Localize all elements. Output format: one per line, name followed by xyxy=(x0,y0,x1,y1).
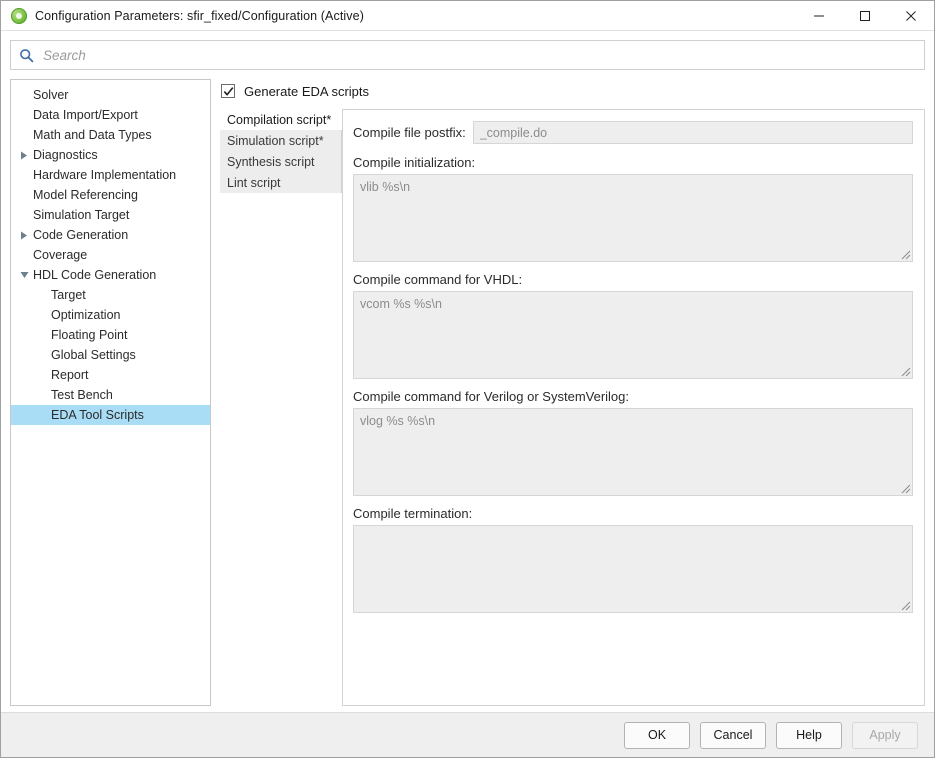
sidebar-item-label: Simulation Target xyxy=(31,208,129,222)
compile-termination-block: Compile termination: xyxy=(353,506,913,613)
window-controls xyxy=(796,1,934,31)
compile-termination-label: Compile termination: xyxy=(353,506,913,521)
compile-command-verilog-label: Compile command for Verilog or SystemVer… xyxy=(353,389,913,404)
search-input[interactable] xyxy=(41,47,916,64)
sidebar-item-math-and-data-types[interactable]: Math and Data Types xyxy=(11,125,210,145)
sidebar-item-label: Model Referencing xyxy=(31,188,138,202)
sidebar-item-label: Data Import/Export xyxy=(31,108,138,122)
sidebar-item-label: Diagnostics xyxy=(31,148,98,162)
compile-command-vhdl-textarea[interactable] xyxy=(353,291,913,379)
search-row xyxy=(1,31,934,70)
sidebar-item-optimization[interactable]: Optimization xyxy=(11,305,210,325)
sidebar-item-label: Target xyxy=(49,288,86,302)
sidebar-item-test-bench[interactable]: Test Bench xyxy=(11,385,210,405)
compile-command-vhdl-label: Compile command for VHDL: xyxy=(353,272,913,287)
sidebar-item-target[interactable]: Target xyxy=(11,285,210,305)
sidebar-item-label: Hardware Implementation xyxy=(31,168,176,182)
compile-command-verilog-textarea[interactable] xyxy=(353,408,913,496)
compile-file-postfix-input[interactable] xyxy=(473,121,913,144)
sidebar-item-global-settings[interactable]: Global Settings xyxy=(11,345,210,365)
sidebar-item-label: Global Settings xyxy=(49,348,136,362)
settings-tree[interactable]: Solver Data Import/Export Math and Data Ty… xyxy=(10,79,211,706)
tab-lint-script[interactable]: Lint script xyxy=(220,172,342,193)
sidebar-item-solver[interactable]: Solver xyxy=(11,85,210,105)
tab-simulation-script[interactable]: Simulation script* xyxy=(220,130,342,151)
sidebar-item-diagnostics[interactable]: Diagnostics xyxy=(11,145,210,165)
generate-eda-scripts-row[interactable]: Generate EDA scripts xyxy=(221,81,925,101)
compile-file-postfix-label: Compile file postfix: xyxy=(353,125,466,140)
compile-command-vhdl-block: Compile command for VHDL: xyxy=(353,272,913,379)
sidebar-item-label: Optimization xyxy=(49,308,120,322)
sidebar-item-coverage[interactable]: Coverage xyxy=(11,245,210,265)
sidebar-item-eda-tool-scripts[interactable]: EDA Tool Scripts xyxy=(11,405,210,425)
help-button[interactable]: Help xyxy=(776,722,842,749)
sidebar-item-report[interactable]: Report xyxy=(11,365,210,385)
compilation-script-panel: Compile file postfix: Compile initializa… xyxy=(342,109,925,706)
tab-area: Compilation script*Simulation script*Syn… xyxy=(220,109,925,706)
compile-termination-textarea[interactable] xyxy=(353,525,913,613)
sidebar-item-label: Floating Point xyxy=(49,328,127,342)
sidebar-item-label: EDA Tool Scripts xyxy=(49,408,144,422)
ok-button[interactable]: OK xyxy=(624,722,690,749)
sidebar-item-label: Coverage xyxy=(31,248,87,262)
search-box[interactable] xyxy=(10,40,925,70)
close-icon[interactable] xyxy=(888,1,934,31)
sidebar-item-floating-point[interactable]: Floating Point xyxy=(11,325,210,345)
sidebar-item-hardware-implementation[interactable]: Hardware Implementation xyxy=(11,165,210,185)
minimize-icon[interactable] xyxy=(796,1,842,31)
compile-initialization-label: Compile initialization: xyxy=(353,155,913,170)
tab-compilation-script[interactable]: Compilation script* xyxy=(220,109,342,130)
sidebar-item-label: HDL Code Generation xyxy=(31,268,156,282)
sidebar-item-label: Report xyxy=(49,368,89,382)
dialog-footer: OK Cancel Help Apply xyxy=(1,712,934,757)
dialog-body: Solver Data Import/Export Math and Data Ty… xyxy=(1,70,934,706)
window-title: Configuration Parameters: sfir_fixed/Con… xyxy=(35,9,364,23)
maximize-icon[interactable] xyxy=(842,1,888,31)
sidebar-item-hdl-code-generation[interactable]: HDL Code Generation xyxy=(11,265,210,285)
sidebar-item-label: Test Bench xyxy=(49,388,113,402)
chevron-right-icon[interactable] xyxy=(17,231,31,240)
generate-eda-scripts-checkbox[interactable] xyxy=(221,84,235,98)
generate-eda-scripts-label: Generate EDA scripts xyxy=(244,84,369,99)
sidebar-item-label: Solver xyxy=(31,88,68,102)
check-icon xyxy=(223,86,234,97)
compile-initialization-textarea[interactable] xyxy=(353,174,913,262)
sidebar-item-code-generation[interactable]: Code Generation xyxy=(11,225,210,245)
sidebar-item-label: Math and Data Types xyxy=(31,128,152,142)
chevron-right-icon[interactable] xyxy=(17,151,31,160)
cancel-button[interactable]: Cancel xyxy=(700,722,766,749)
compile-file-postfix-row: Compile file postfix: xyxy=(353,121,913,144)
right-pane: Generate EDA scripts Compilation script*… xyxy=(220,79,925,706)
sidebar-item-model-referencing[interactable]: Model Referencing xyxy=(11,185,210,205)
sidebar-item-label: Code Generation xyxy=(31,228,128,242)
title-bar: Configuration Parameters: sfir_fixed/Con… xyxy=(1,1,934,31)
script-tab-list[interactable]: Compilation script*Simulation script*Syn… xyxy=(220,109,342,706)
compile-initialization-block: Compile initialization: xyxy=(353,155,913,262)
sidebar-item-simulation-target[interactable]: Simulation Target xyxy=(11,205,210,225)
tab-synthesis-script[interactable]: Synthesis script xyxy=(220,151,342,172)
apply-button[interactable]: Apply xyxy=(852,722,918,749)
search-icon xyxy=(19,48,34,63)
sidebar-item-data-import-export[interactable]: Data Import/Export xyxy=(11,105,210,125)
simulink-icon xyxy=(11,8,27,24)
chevron-down-icon[interactable] xyxy=(17,271,31,279)
configuration-parameters-window: Configuration Parameters: sfir_fixed/Con… xyxy=(0,0,935,758)
compile-command-verilog-block: Compile command for Verilog or SystemVer… xyxy=(353,389,913,496)
